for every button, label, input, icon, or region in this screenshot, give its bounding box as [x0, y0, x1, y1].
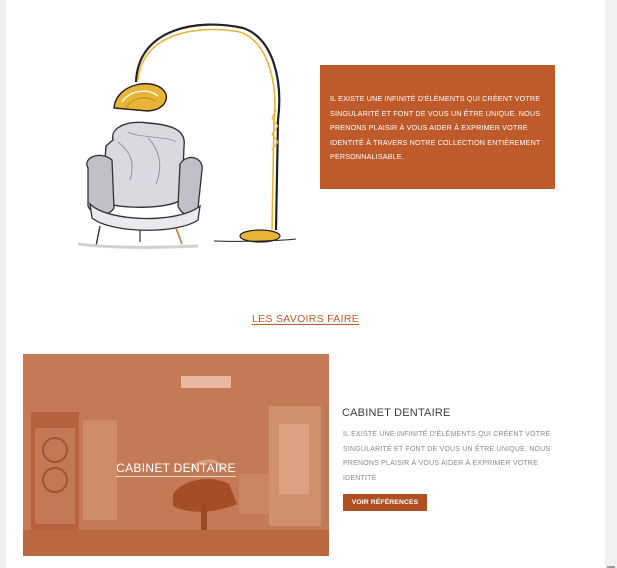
card-title: CABINET DENTAIRE — [342, 407, 451, 419]
armchair-lamp-illustration — [77, 20, 308, 252]
intro-text-box: IL EXISTE UNE INFINITÉ D'ÉLÉMENTS QUI CR… — [320, 65, 555, 189]
intro-text: IL EXISTE UNE INFINITÉ D'ÉLÉMENTS QUI CR… — [330, 94, 541, 162]
savoirs-faire-link[interactable]: LES SAVOIRS FAIRE — [252, 313, 359, 325]
page-content: IL EXISTE UNE INFINITÉ D'ÉLÉMENTS QUI CR… — [6, 0, 605, 568]
voir-references-button[interactable]: VOIR RÉFÉRENCES — [343, 494, 427, 511]
card-description: IL EXISTE UNE INFINITÉ D'ÉLÉMENTS QUI CR… — [343, 431, 551, 482]
card-image-label: CABINET DENTAIRE — [23, 461, 329, 477]
card-image-label-text: CABINET DENTAIRE — [116, 461, 236, 477]
dental-office-photo[interactable]: CABINET DENTAIRE — [23, 354, 329, 556]
savoirs-faire-heading: LES SAVOIRS FAIRE — [6, 309, 605, 327]
